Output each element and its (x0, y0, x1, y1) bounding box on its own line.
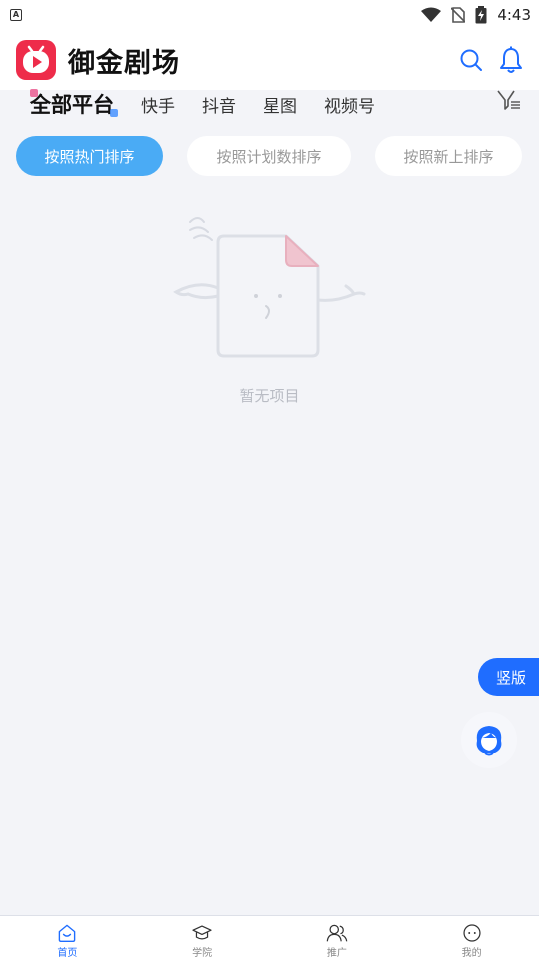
customer-service-button[interactable] (461, 712, 517, 768)
status-right: 4:43 (421, 6, 531, 24)
status-time: 4:43 (497, 6, 531, 24)
nav-school-label: 学院 (192, 948, 213, 959)
school-icon (192, 925, 212, 940)
nav-people-label: 推广 (326, 948, 347, 959)
tab-xingtu[interactable]: 星图 (263, 92, 297, 117)
nav-school[interactable]: 学院 (135, 916, 270, 959)
vertical-mode-button[interactable]: 竖版 (478, 658, 539, 696)
nav-profile[interactable]: 我的 (404, 916, 539, 959)
nav-home[interactable]: 首页 (0, 916, 135, 959)
app-title: 御金剧场 (68, 47, 180, 79)
search-icon[interactable] (459, 48, 483, 72)
sort-plan-count-button[interactable]: 按照计划数排序 (187, 136, 351, 176)
bell-icon[interactable] (499, 46, 523, 74)
nav-profile-label: 我的 (461, 948, 482, 959)
profile-icon (463, 924, 481, 942)
status-bar: A 4:43 (0, 0, 539, 30)
wifi-icon (421, 7, 442, 22)
sort-newest-button[interactable]: 按照新上排序 (375, 136, 522, 176)
tv-play-icon (23, 45, 49, 73)
platform-tabs: 全部平台 快手 抖音 星图 视频号 (0, 89, 539, 119)
nav-people[interactable]: 推广 (270, 916, 405, 959)
nav-home-label: 首页 (57, 948, 78, 959)
sort-hot-button[interactable]: 按照热门排序 (16, 136, 163, 176)
app-logo (16, 40, 56, 80)
notification-a-icon: A (10, 9, 22, 21)
header-actions (459, 46, 523, 74)
tab-kuaishou[interactable]: 快手 (141, 92, 175, 117)
bottom-nav: 首页 学院 推广 我的 (0, 915, 539, 959)
sort-row: 按照热门排序 按照计划数排序 按照新上排序 (16, 136, 522, 176)
filter-icon[interactable] (497, 90, 521, 112)
tab-shipinhao[interactable]: 视频号 (324, 92, 375, 117)
status-left: A (10, 9, 22, 21)
app-header: 御金剧场 (0, 30, 539, 90)
tab-all-platforms[interactable]: 全部平台 (30, 89, 118, 119)
tab-douyin[interactable]: 抖音 (202, 92, 236, 117)
empty-document-illustration (173, 217, 366, 358)
no-sim-icon (451, 7, 466, 23)
people-icon (326, 924, 348, 942)
empty-state-text: 暂无项目 (239, 387, 300, 405)
home-icon (59, 924, 76, 942)
battery-icon (475, 6, 487, 24)
customer-service-icon (476, 726, 502, 756)
